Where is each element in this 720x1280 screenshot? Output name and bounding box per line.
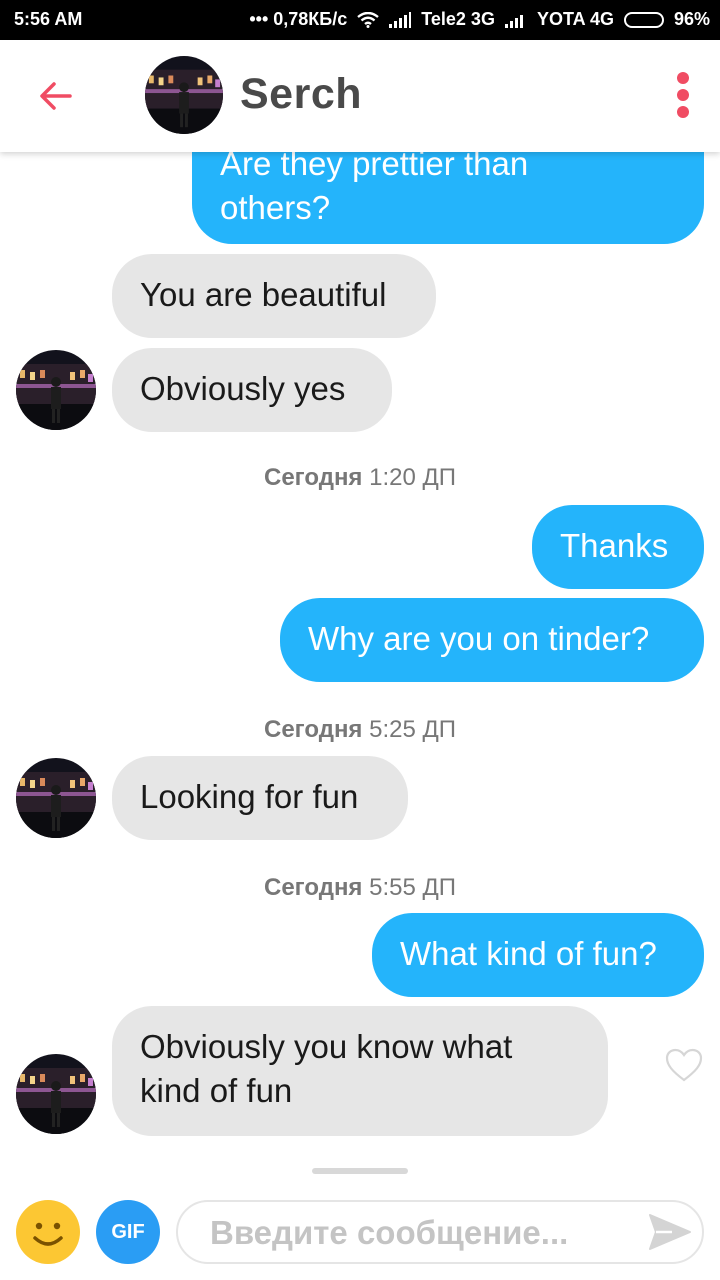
gif-label: GIF — [111, 1220, 145, 1243]
carrier-1: Tele2 3G — [421, 9, 495, 29]
more-vertical-icon[interactable] — [676, 72, 690, 120]
message-text-line: Are they prettier than — [220, 152, 529, 182]
timestamp: Сегодня 1:20 ДП — [0, 464, 720, 492]
contact-name[interactable]: Serch — [240, 70, 362, 119]
send-icon[interactable] — [648, 1212, 692, 1252]
message-outgoing[interactable]: Thanks — [532, 505, 704, 589]
message-incoming[interactable]: Obviously you know what kind of fun — [112, 1006, 608, 1136]
timestamp-day: Сегодня — [264, 464, 363, 491]
timestamp: Сегодня 5:55 ДП — [0, 874, 720, 902]
battery-percent: 96% — [673, 9, 710, 29]
status-right-group: ••• 0,78КБ/с Tele2 3G YOTA 4G 96% — [249, 9, 710, 30]
message-composer: GIF — [0, 1180, 720, 1280]
scroll-handle — [312, 1168, 408, 1174]
contact-avatar-small[interactable] — [16, 350, 96, 430]
smiley-icon[interactable] — [16, 1200, 80, 1264]
message-text-line: others? — [220, 189, 331, 226]
message-input-wrapper[interactable] — [176, 1200, 704, 1264]
message-outgoing[interactable]: Why are you on tinder? — [280, 598, 704, 682]
message-text-line: kind of fun — [140, 1072, 293, 1109]
carrier-2: YOTA 4G — [536, 9, 614, 29]
status-time: 5:56 AM — [14, 9, 83, 29]
wifi-icon — [357, 11, 379, 28]
message-outgoing[interactable]: What kind of fun? — [372, 913, 704, 997]
message-text: What kind of fun? — [400, 935, 657, 972]
timestamp: Сегодня 5:25 ДП — [0, 716, 720, 744]
message-incoming[interactable]: Looking for fun — [112, 756, 408, 840]
heart-icon[interactable] — [664, 1047, 704, 1083]
timestamp-time: 5:25 ДП — [369, 716, 456, 743]
signal-icon — [389, 11, 412, 28]
timestamp-day: Сегодня — [264, 874, 363, 901]
message-incoming[interactable]: Obviously yes — [112, 348, 392, 432]
signal-icon-2 — [504, 12, 527, 28]
network-speed: ••• 0,78КБ/с — [249, 9, 348, 29]
message-incoming[interactable]: You are beautiful — [112, 254, 436, 338]
message-text: Obviously yes — [140, 370, 346, 407]
message-text-line: Obviously you know what — [140, 1028, 513, 1065]
message-outgoing[interactable]: Are they prettier than others? — [192, 152, 704, 244]
message-input[interactable] — [208, 1210, 632, 1256]
chat-header: Serch — [0, 40, 720, 152]
message-text: Looking for fun — [140, 778, 359, 815]
timestamp-day: Сегодня — [264, 716, 363, 743]
contact-avatar[interactable] — [145, 56, 223, 134]
message-text: Why are you on tinder? — [308, 620, 650, 657]
arrow-left-icon[interactable] — [36, 76, 76, 116]
gif-button[interactable]: GIF — [96, 1200, 160, 1264]
status-bar: 5:56 AM ••• 0,78КБ/с Tele2 3G YOTA 4G 96… — [0, 0, 720, 40]
contact-avatar-small[interactable] — [16, 1054, 96, 1134]
timestamp-time: 1:20 ДП — [369, 464, 456, 491]
message-text: Thanks — [560, 527, 669, 564]
contact-avatar-small[interactable] — [16, 758, 96, 838]
message-list[interactable]: Are they prettier than others? You are b… — [0, 152, 720, 1172]
timestamp-time: 5:55 ДП — [369, 874, 456, 901]
message-text: You are beautiful — [140, 276, 387, 313]
battery-icon — [623, 11, 664, 28]
